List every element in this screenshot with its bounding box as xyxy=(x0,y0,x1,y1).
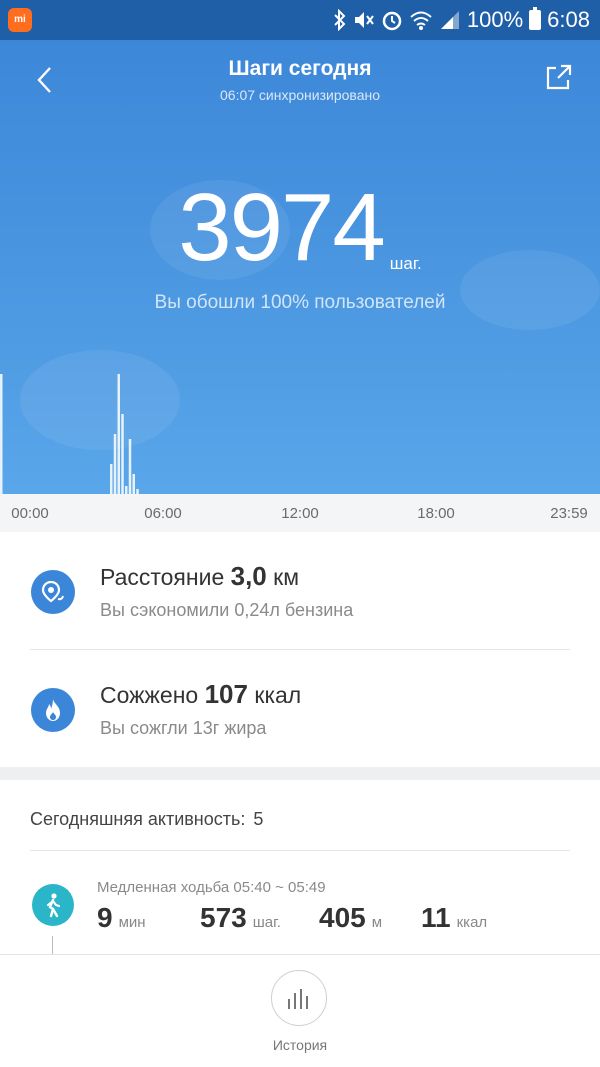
activity-distance-unit: м xyxy=(371,914,383,931)
battery-icon xyxy=(529,7,542,30)
divider xyxy=(30,850,570,851)
history-label[interactable]: История xyxy=(0,1037,600,1053)
time-axis: 00:00 06:00 12:00 18:00 23:59 xyxy=(0,494,600,532)
clock: 6:08 xyxy=(547,7,590,32)
time-tick-label: 23:59 xyxy=(550,505,588,522)
activity-header-label: Сегодняшняя активность: xyxy=(30,809,246,829)
time-tick-label: 18:00 xyxy=(417,505,455,522)
bar-chart-icon xyxy=(288,989,308,1009)
chart-bar xyxy=(121,414,124,494)
chart-bar xyxy=(117,374,120,494)
distance-value: 3,0 xyxy=(230,561,267,591)
history-button[interactable] xyxy=(271,970,327,1026)
activity-calories-unit: ккал xyxy=(456,914,488,931)
calories-label: Сожжено xyxy=(100,682,199,708)
wifi-icon xyxy=(409,8,433,32)
calories-title: Сожжено 107 ккал xyxy=(100,679,301,710)
chart-bar xyxy=(113,434,117,494)
activity-header: Сегодняшняя активность: 5 xyxy=(30,809,263,830)
activity-distance-value: 405 xyxy=(319,902,366,933)
distance-sub: Вы сэкономили 0,24л бензина xyxy=(100,600,354,620)
activity-duration-value: 9 xyxy=(97,902,113,933)
mi-app-icon: mi xyxy=(8,8,32,32)
activity-item-title: Медленная ходьба 05:40 ~ 05:49 xyxy=(97,879,326,896)
activity-duration: 9 мин xyxy=(97,902,146,934)
distance-unit: км xyxy=(273,564,300,590)
steps-hero: Шаги сегодня 06:07 синхронизировано 3974… xyxy=(0,40,600,494)
status-icons: 100% 6:08 xyxy=(333,0,590,40)
bottom-nav: История xyxy=(0,954,600,1067)
activity-count: 5 xyxy=(253,809,264,829)
signal-icon xyxy=(439,8,461,32)
timeline-line xyxy=(52,936,53,954)
section-separator xyxy=(0,767,600,780)
flame-icon xyxy=(31,688,75,732)
distance-label: Расстояние xyxy=(100,564,225,590)
activity-steps-unit: шаг. xyxy=(252,914,281,931)
activity-steps-value: 573 xyxy=(200,902,247,933)
activity-distance: 405 м xyxy=(319,902,382,934)
mute-icon xyxy=(353,8,375,32)
activity-calories: 11 ккал xyxy=(421,902,487,934)
chart-bar xyxy=(0,374,3,494)
time-tick-label: 06:00 xyxy=(144,505,182,522)
battery-percent: 100% xyxy=(466,7,524,32)
distance-row: Расстояние 3,0 км Вы сэкономили 0,24л бе… xyxy=(0,531,600,649)
activity-steps: 573 шаг. xyxy=(200,902,281,934)
chart-bar xyxy=(110,464,113,494)
calories-unit: ккал xyxy=(254,682,302,708)
chart-bar xyxy=(132,474,135,494)
location-pin-icon xyxy=(31,570,75,614)
alarm-icon xyxy=(381,8,403,32)
bluetooth-icon xyxy=(333,8,347,32)
chart-bar xyxy=(128,439,132,494)
steps-histogram xyxy=(0,374,139,494)
walking-icon xyxy=(32,884,74,926)
chart-bar xyxy=(125,486,128,494)
time-tick-label: 00:00 xyxy=(11,505,49,522)
distance-title: Расстояние 3,0 км xyxy=(100,561,299,592)
calories-value: 107 xyxy=(204,679,248,709)
calories-sub: Вы сожгли 13г жира xyxy=(100,718,267,738)
status-bar: mi 100% 6:08 xyxy=(0,0,600,40)
activity-calories-value: 11 xyxy=(421,902,451,933)
activity-duration-unit: мин xyxy=(118,914,146,931)
calories-row: Сожжено 107 ккал Вы сожгли 13г жира xyxy=(0,649,600,767)
time-tick-label: 12:00 xyxy=(281,505,319,522)
